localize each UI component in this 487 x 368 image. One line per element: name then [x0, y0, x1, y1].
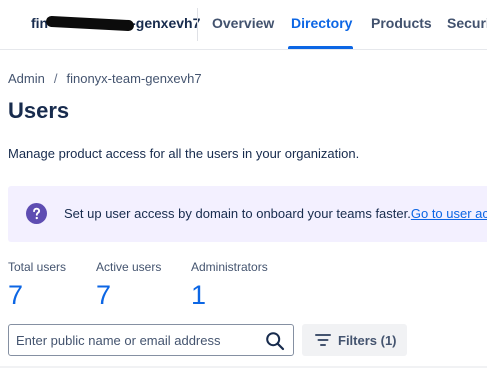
tab-directory[interactable]: Directory [291, 15, 352, 31]
redaction-mark [45, 15, 135, 32]
breadcrumb-org[interactable]: finonyx-team-genxevh7 [66, 71, 201, 86]
question-circle-icon [26, 203, 47, 224]
filter-icon [315, 334, 331, 346]
stat-administrators: Administrators 1 [191, 260, 268, 310]
search-field [8, 324, 294, 356]
breadcrumb-separator: / [53, 71, 58, 86]
page-description: Manage product access for all the users … [8, 146, 360, 161]
search-icon[interactable] [265, 331, 285, 351]
tab-products[interactable]: Products [371, 15, 432, 31]
org-name[interactable]: fin -genxevh7 [31, 15, 201, 32]
tab-security[interactable]: Security [447, 15, 487, 31]
search-input[interactable] [16, 330, 256, 350]
stat-value: 7 [96, 280, 112, 310]
filters-button[interactable]: Filters (1) [302, 324, 407, 356]
stat-label: Active users [96, 260, 162, 274]
filters-label: Filters (1) [338, 333, 397, 348]
stat-label: Total users [8, 260, 67, 274]
banner-link[interactable]: Go to user access settings [411, 206, 487, 221]
tab-overview[interactable]: Overview [212, 15, 274, 31]
info-banner: Set up user access by domain to onboard … [8, 186, 487, 242]
stat-label: Administrators [191, 260, 268, 274]
top-navigation: fin -genxevh7 Overview Directory Products… [0, 0, 487, 50]
active-tab-indicator [288, 46, 353, 49]
stat-total-users: Total users 7 [8, 260, 66, 310]
page-title: Users [8, 98, 70, 123]
breadcrumb: Admin / finonyx-team-genxevh7 [8, 71, 202, 86]
org-name-suffix: -genxevh7 [131, 15, 201, 31]
banner-text: Set up user access by domain to onboard … [64, 206, 411, 221]
banner-message: Set up user access by domain to onboard … [64, 206, 487, 221]
breadcrumb-admin[interactable]: Admin [8, 71, 45, 86]
stat-value: 7 [8, 280, 24, 310]
stat-active-users: Active users 7 [96, 260, 161, 310]
stat-value: 1 [191, 280, 207, 310]
nav-divider [197, 8, 198, 41]
